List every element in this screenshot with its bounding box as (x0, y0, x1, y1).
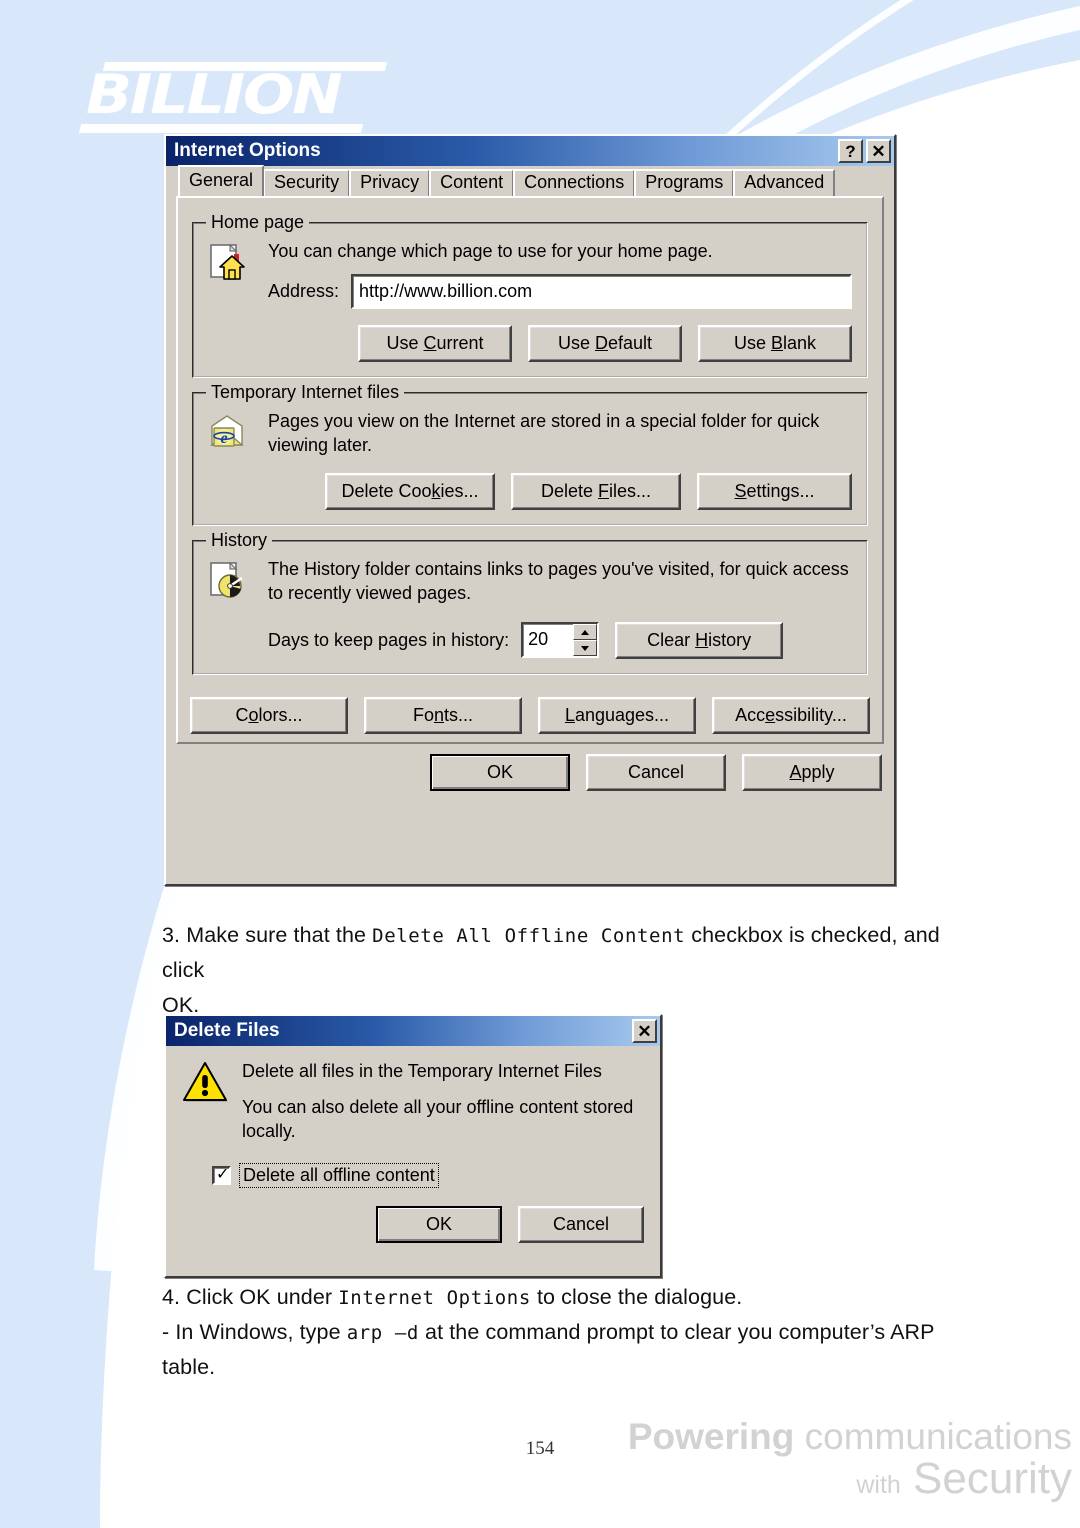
footer-with-text: with (856, 1471, 901, 1499)
history-group: History The History folder contains link… (192, 530, 868, 675)
delete-cookies-button[interactable]: Delete Cookies... (325, 473, 495, 511)
tab-advanced[interactable]: Advanced (733, 169, 836, 196)
instruction-step-3: 3. Make sure that the Delete All Offline… (162, 918, 952, 1022)
delete-files-dialog: Delete Files ✕ Delete all files in the T… (164, 1014, 662, 1278)
step4-mono-term: Internet Options (338, 1287, 531, 1309)
step5-text-line2: table. (162, 1354, 216, 1379)
delete-files-message-line1: Delete all files in the Temporary Intern… (242, 1061, 602, 1081)
home-page-icon (208, 240, 254, 362)
step4-text-part1: 4. Click OK under (162, 1285, 339, 1309)
tab-security[interactable]: Security (263, 169, 351, 196)
tab-privacy[interactable]: Privacy (349, 169, 431, 196)
tab-programs[interactable]: Programs (634, 169, 735, 196)
accessibility-button[interactable]: Accessibility... (712, 696, 870, 734)
use-default-button[interactable]: Use Default (528, 324, 682, 362)
home-page-description: You can change which page to use for you… (268, 241, 713, 261)
cancel-button[interactable]: Cancel (586, 753, 726, 791)
temporary-internet-files-group: Temporary Internet files e Pages you vie… (192, 381, 868, 527)
use-current-button[interactable]: Use Current (358, 324, 512, 362)
internet-options-title-bar: Internet Options ? ✕ (166, 136, 894, 166)
home-page-group-label: Home page (206, 212, 310, 233)
close-icon[interactable]: ✕ (866, 139, 891, 163)
temporary-internet-files-button-row: Delete Cookies... Delete Files... Settin… (268, 473, 852, 511)
internet-options-footer-buttons: OK Cancel Apply (166, 753, 882, 791)
footer-security-text: Security (913, 1454, 1072, 1503)
languages-button[interactable]: Languages... (538, 696, 696, 734)
chevron-down-icon (581, 645, 590, 651)
footer-powering-text: Powering (627, 1416, 795, 1457)
internet-options-tab-strip: General Security Privacy Content Connect… (166, 165, 894, 196)
delete-files-body: Delete all files in the Temporary Intern… (166, 1046, 660, 1253)
chevron-up-icon (581, 629, 590, 635)
delete-files-title-bar: Delete Files ✕ (166, 1016, 660, 1046)
close-icon[interactable]: ✕ (632, 1019, 657, 1043)
home-page-button-row: Use Current Use Default Use Blank (268, 324, 852, 362)
help-icon[interactable]: ? (838, 139, 863, 163)
tab-content[interactable]: Content (429, 169, 515, 196)
settings-button[interactable]: Settings... (697, 473, 852, 511)
colors-button[interactable]: Colors... (190, 696, 348, 734)
home-page-group: Home page You can change which page to u… (192, 212, 868, 378)
use-blank-button[interactable]: Use Blank (698, 324, 852, 362)
delete-all-offline-content-checkbox-row[interactable]: ✓ Delete all offline content (212, 1163, 644, 1189)
home-page-address-row: Address: http://www.billion.com (268, 273, 852, 309)
days-to-keep-value[interactable]: 20 (523, 624, 573, 656)
delete-files-button[interactable]: Delete Files... (511, 473, 681, 511)
logo-bottom-bar (78, 124, 364, 133)
warning-triangle-icon (182, 1060, 228, 1147)
footer-branding: Powering communications with Security (628, 1418, 1072, 1501)
ok-button[interactable]: OK (430, 753, 570, 791)
internet-options-title: Internet Options (174, 140, 321, 161)
days-to-keep-label: Days to keep pages in history: (268, 629, 510, 650)
days-to-keep-stepper[interactable]: 20 (521, 622, 600, 659)
delete-files-cancel-button[interactable]: Cancel (518, 1206, 644, 1244)
temporary-internet-files-group-label: Temporary Internet files (206, 381, 405, 403)
days-spinner-up-button[interactable] (573, 624, 598, 641)
delete-files-message-line2: You can also delete all your offline con… (242, 1096, 634, 1141)
history-description: The History folder contains links to pag… (268, 559, 849, 603)
temporary-internet-files-description: Pages you view on the Internet are store… (268, 410, 820, 455)
step5-text-part2: at the command prompt to clear you compu… (418, 1319, 935, 1344)
delete-files-ok-button[interactable]: OK (376, 1206, 502, 1244)
step3-text-part1: 3. Make sure that the (162, 923, 373, 947)
history-days-row: Days to keep pages in history: 20 Clear … (268, 621, 852, 659)
step5-text-part1: - In Windows, type (162, 1319, 347, 1344)
delete-files-button-row: OK Cancel (182, 1206, 644, 1244)
step4-text-part2: to close the dialogue. (530, 1285, 743, 1309)
delete-files-title: Delete Files (174, 1020, 280, 1041)
address-label: Address: (268, 280, 340, 301)
delete-all-offline-content-checkbox[interactable]: ✓ (212, 1164, 231, 1186)
step3-mono-term: Delete All Offline Content (372, 925, 686, 947)
internet-options-dialog: Internet Options ? ✕ General Security Pr… (164, 134, 896, 886)
temp-files-icon: e (208, 410, 254, 511)
tab-general[interactable]: General (178, 165, 265, 196)
general-tab-page: Home page You can change which page to u… (176, 196, 884, 744)
fonts-button[interactable]: Fonts... (364, 696, 522, 734)
billion-logo: BILLION (78, 62, 400, 133)
delete-all-offline-content-label[interactable]: Delete all offline content (239, 1163, 439, 1189)
apply-button[interactable]: Apply (742, 753, 882, 791)
instruction-step-4: 4. Click OK under Internet Options to cl… (162, 1280, 962, 1384)
footer-communications-text: communications (804, 1416, 1072, 1457)
options-button-row: Colors... Fonts... Languages... Accessib… (190, 696, 870, 734)
history-group-label: History (206, 530, 273, 552)
history-icon (208, 558, 254, 659)
address-input[interactable]: http://www.billion.com (351, 273, 852, 309)
days-spinner-down-button[interactable] (573, 640, 598, 657)
logo-wordmark: BILLION (86, 63, 343, 126)
step5-mono-command: arp –d (346, 1321, 419, 1344)
tab-connections[interactable]: Connections (513, 169, 636, 196)
clear-history-button[interactable]: Clear History (615, 621, 784, 659)
checkmark-icon: ✓ (216, 1164, 230, 1184)
